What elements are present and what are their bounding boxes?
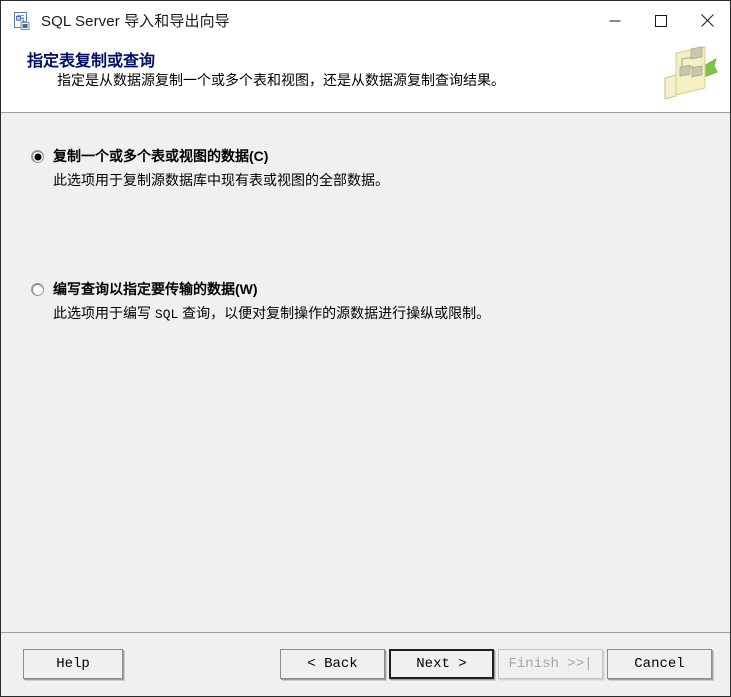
option-write-query-description-pre: 此选项用于编写: [53, 305, 155, 321]
option-write-query[interactable]: 编写查询以指定要传输的数据(W) 此选项用于编写 SQL 查询，以便对复制操作的…: [31, 280, 490, 324]
wizard-header: 指定表复制或查询 指定是从数据源复制一个或多个表和视图，还是从数据源复制查询结果…: [1, 40, 730, 113]
page-subtitle: 指定是从数据源复制一个或多个表和视图，还是从数据源复制查询结果。: [57, 72, 505, 88]
minimize-icon[interactable]: [592, 1, 638, 40]
wizard-window: SQL Server 导入和导出向导 指定表复制或查询 指定是从数据源复制一个或…: [0, 0, 731, 697]
wizard-content: 复制一个或多个表或视图的数据(C) 此选项用于复制源数据库中现有表或视图的全部数…: [1, 113, 730, 632]
window-controls: [592, 1, 730, 40]
back-button[interactable]: < Back: [280, 649, 385, 679]
maximize-icon[interactable]: [638, 1, 684, 40]
option-write-query-description-post: 查询，以便对复制操作的源数据进行操纵或限制。: [178, 305, 491, 321]
page-title: 指定表复制或查询: [27, 53, 156, 70]
option-write-query-label: 编写查询以指定要传输的数据(W): [53, 281, 258, 297]
option-copy-tables-label: 复制一个或多个表或视图的数据(C): [53, 148, 269, 164]
option-write-query-head[interactable]: 编写查询以指定要传输的数据(W): [31, 280, 490, 298]
radio-copy-tables[interactable]: [31, 150, 44, 163]
help-button[interactable]: Help: [23, 649, 123, 679]
radio-write-query[interactable]: [31, 283, 44, 296]
finish-button: Finish >>|: [498, 649, 603, 679]
window-title: SQL Server 导入和导出向导: [41, 13, 230, 30]
close-icon[interactable]: [684, 1, 730, 40]
option-write-query-description: 此选项用于编写 SQL 查询，以便对复制操作的源数据进行操纵或限制。: [53, 304, 490, 324]
option-copy-tables-description: 此选项用于复制源数据库中现有表或视图的全部数据。: [53, 172, 389, 188]
wizard-document-icon: [12, 11, 32, 31]
option-copy-tables[interactable]: 复制一个或多个表或视图的数据(C) 此选项用于复制源数据库中现有表或视图的全部数…: [31, 147, 389, 189]
cancel-button[interactable]: Cancel: [607, 649, 712, 679]
title-bar: SQL Server 导入和导出向导: [1, 1, 730, 40]
option-write-query-description-sql: SQL: [154, 307, 179, 322]
option-copy-tables-head[interactable]: 复制一个或多个表或视图的数据(C): [31, 147, 389, 165]
next-button[interactable]: Next >: [389, 649, 494, 679]
wizard-footer: Help < Back Next > Finish >>| Cancel: [1, 632, 730, 696]
table-copy-wizard-icon: [660, 44, 722, 102]
